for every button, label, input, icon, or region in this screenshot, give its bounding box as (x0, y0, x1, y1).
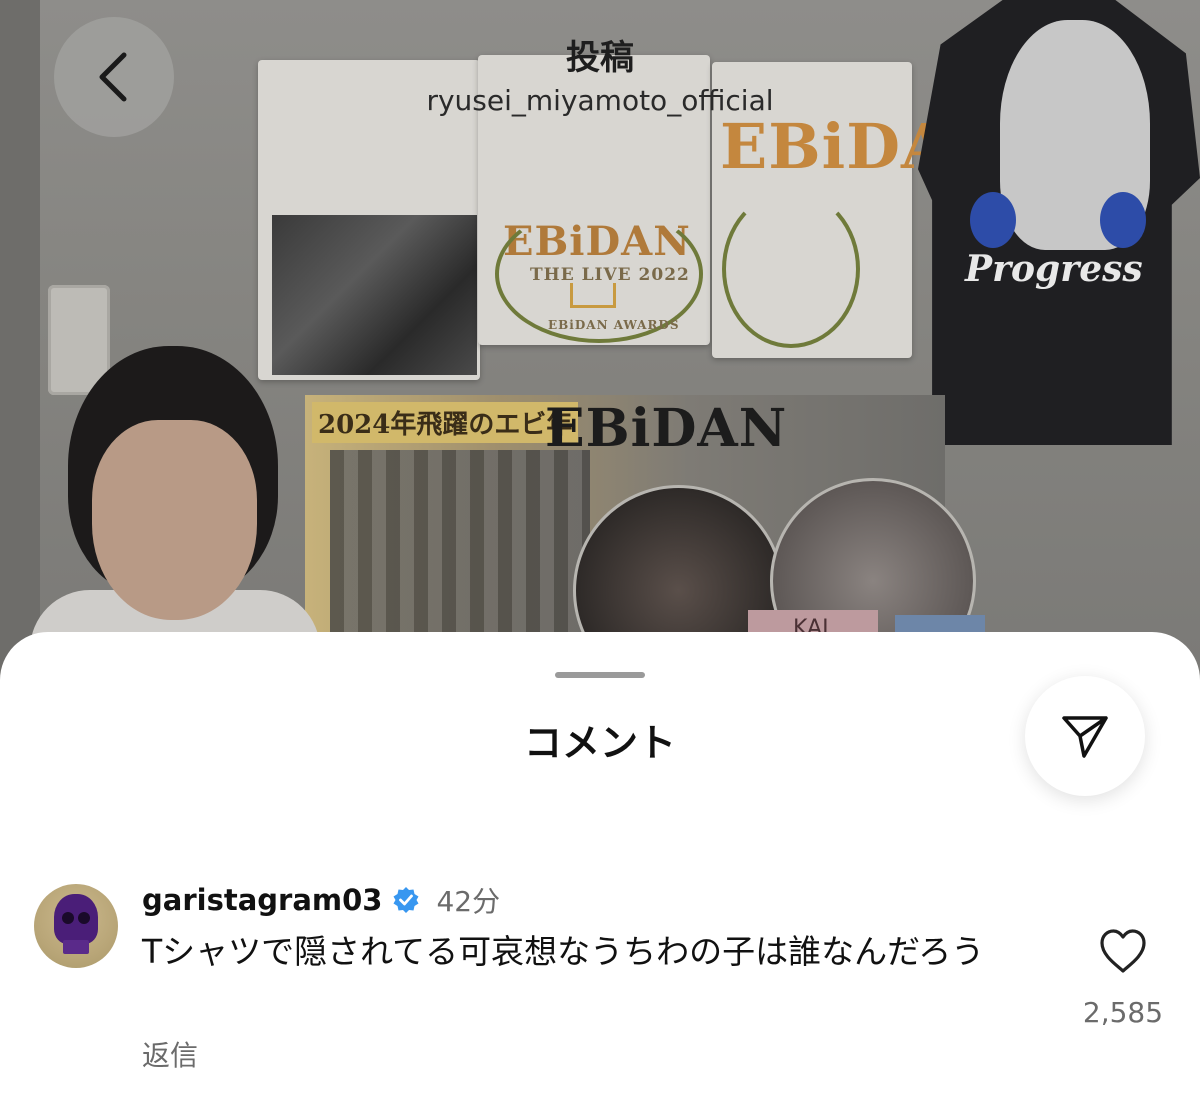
black-tshirt-text: Progress (965, 248, 1143, 290)
page-title: 投稿 (566, 38, 634, 78)
skull-eye-right (78, 912, 90, 924)
verified-badge-icon (393, 887, 419, 913)
tshirt-2-footer: EBiDAN AWARDS (548, 318, 680, 332)
bear-foot-left (970, 192, 1016, 248)
avatar[interactable] (34, 884, 118, 968)
comment-header: garistagram03 42分 (142, 880, 500, 920)
comments-sheet: コメント (0, 632, 1200, 1095)
wreath-graphic-2 (722, 190, 860, 348)
poster-logo: EBiDAN (545, 398, 788, 459)
skull-eye-left (62, 912, 74, 924)
heart-icon[interactable] (1098, 928, 1148, 974)
send-icon (1062, 716, 1108, 758)
reply-button[interactable]: 返信 (142, 1034, 198, 1074)
comment-text: Tシャツで隠されてる可哀想なうちわの子は誰なんだろう (142, 932, 985, 971)
comment-time: 42分 (436, 885, 501, 918)
sheet-grabber[interactable] (555, 672, 645, 678)
skull-figure (54, 894, 98, 944)
sheet-title: コメント (523, 721, 676, 765)
share-button[interactable] (1025, 676, 1145, 796)
tshirt-1-print (272, 215, 477, 375)
comment-username[interactable]: garistagram03 (142, 883, 382, 917)
bear-foot-right (1100, 192, 1146, 248)
person-face (92, 420, 257, 620)
like-count: 2,585 (1082, 996, 1164, 1029)
account-name[interactable]: ryusei_miyamoto_official (0, 84, 1200, 117)
skull-jaw (63, 940, 89, 954)
crown-graphic (570, 283, 616, 308)
poster-crowd (330, 450, 590, 650)
poster-title: 2024年飛躍のエビ年 (312, 402, 579, 443)
